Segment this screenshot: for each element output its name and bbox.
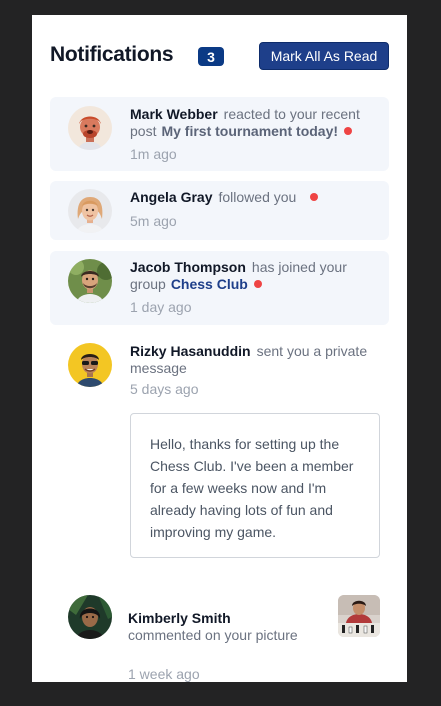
post-link[interactable]: My first tournament today! (161, 123, 338, 139)
user-name-link[interactable]: Jacob Thompson (130, 259, 246, 275)
user-name-link[interactable]: Mark Webber (130, 106, 218, 122)
notification-text: Jacob Thompson has joined your group Chess… (130, 259, 376, 293)
commented-picture-thumbnail[interactable] (338, 595, 380, 637)
avatar[interactable] (68, 106, 112, 150)
notification-action: commented on your picture (128, 627, 298, 643)
notification-time: 1m ago (130, 146, 177, 162)
notification-text: Kimberly Smith commented on your picture (128, 610, 328, 644)
avatar[interactable] (68, 343, 112, 387)
notification-item[interactable]: Jacob Thompson has joined your group Chess… (50, 251, 389, 325)
notification-item[interactable]: Angela Gray followed you 5m ago (50, 181, 389, 240)
notification-time: 1 day ago (130, 299, 192, 315)
unread-dot-icon (310, 193, 319, 201)
avatar[interactable] (68, 189, 112, 233)
notification-time: 5m ago (130, 213, 177, 229)
unread-dot-icon (344, 127, 353, 135)
notifications-card: Notifications 3 Mark All As Read Mark We… (32, 15, 407, 682)
notification-text: Rizky Hasanuddin sent you a private messa… (130, 343, 376, 377)
notifications-header: Notifications 3 Mark All As Read (50, 42, 389, 74)
page-title: Notifications (50, 43, 174, 66)
notification-time: 5 days ago (130, 381, 199, 397)
notification-text: Mark Webber reacted to your recent post My… (130, 106, 376, 140)
notification-item[interactable]: Mark Webber reacted to your recent post My… (50, 97, 389, 171)
user-name-link[interactable]: Angela Gray (130, 189, 212, 205)
notification-text: Angela Gray followed you (130, 189, 376, 206)
avatar[interactable] (68, 259, 112, 303)
unread-dot-icon (253, 280, 262, 288)
notification-action: followed you (218, 189, 297, 205)
notification-time: 1 week ago (128, 666, 200, 682)
private-message[interactable]: Hello, thanks for setting up the Chess C… (130, 413, 380, 558)
user-name-link[interactable]: Kimberly Smith (128, 610, 328, 627)
unread-count-badge: 3 (198, 47, 224, 66)
mark-all-as-read-button[interactable]: Mark All As Read (259, 42, 389, 70)
user-name-link[interactable]: Rizky Hasanuddin (130, 343, 251, 359)
avatar[interactable] (68, 595, 112, 639)
group-link[interactable]: Chess Club (171, 276, 248, 292)
